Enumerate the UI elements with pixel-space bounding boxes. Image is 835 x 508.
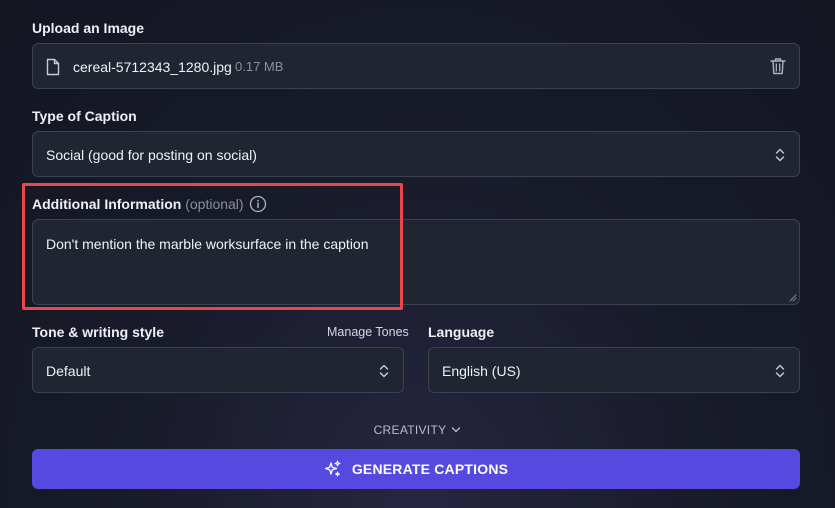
tone-value: Default bbox=[46, 363, 91, 379]
creativity-toggle[interactable]: CREATIVITY bbox=[0, 423, 835, 437]
caption-type-label: Type of Caption bbox=[32, 108, 137, 124]
highlight-box bbox=[22, 183, 403, 310]
uploaded-file-field[interactable]: cereal-5712343_1280.jpg 0.17 MB bbox=[32, 43, 800, 89]
file-icon bbox=[46, 58, 60, 76]
trash-icon[interactable] bbox=[770, 57, 786, 75]
language-select[interactable]: English (US) bbox=[428, 347, 800, 393]
chevron-updown-icon bbox=[775, 364, 785, 378]
language-value: English (US) bbox=[442, 363, 521, 379]
resize-handle-icon[interactable] bbox=[788, 293, 797, 302]
file-size: 0.17 MB bbox=[235, 59, 284, 74]
generate-captions-button[interactable]: GENERATE CAPTIONS bbox=[32, 449, 800, 489]
upload-label: Upload an Image bbox=[32, 20, 145, 36]
caption-form: Upload an Image cereal-5712343_1280.jpg … bbox=[0, 0, 835, 508]
caption-type-select[interactable]: Social (good for posting on social) bbox=[32, 131, 800, 177]
tone-label: Tone & writing style bbox=[32, 324, 164, 340]
sparkles-icon bbox=[324, 460, 341, 477]
file-name: cereal-5712343_1280.jpg bbox=[73, 59, 232, 75]
generate-captions-label: GENERATE CAPTIONS bbox=[351, 461, 509, 477]
creativity-label: CREATIVITY bbox=[373, 423, 447, 437]
manage-tones-link[interactable]: Manage Tones bbox=[327, 325, 409, 339]
caption-type-value: Social (good for posting on social) bbox=[46, 147, 257, 163]
chevron-updown-icon bbox=[775, 148, 785, 162]
chevron-updown-icon bbox=[379, 364, 389, 378]
chevron-down-icon bbox=[452, 427, 461, 433]
language-label: Language bbox=[428, 324, 495, 340]
tone-select[interactable]: Default bbox=[32, 347, 404, 393]
